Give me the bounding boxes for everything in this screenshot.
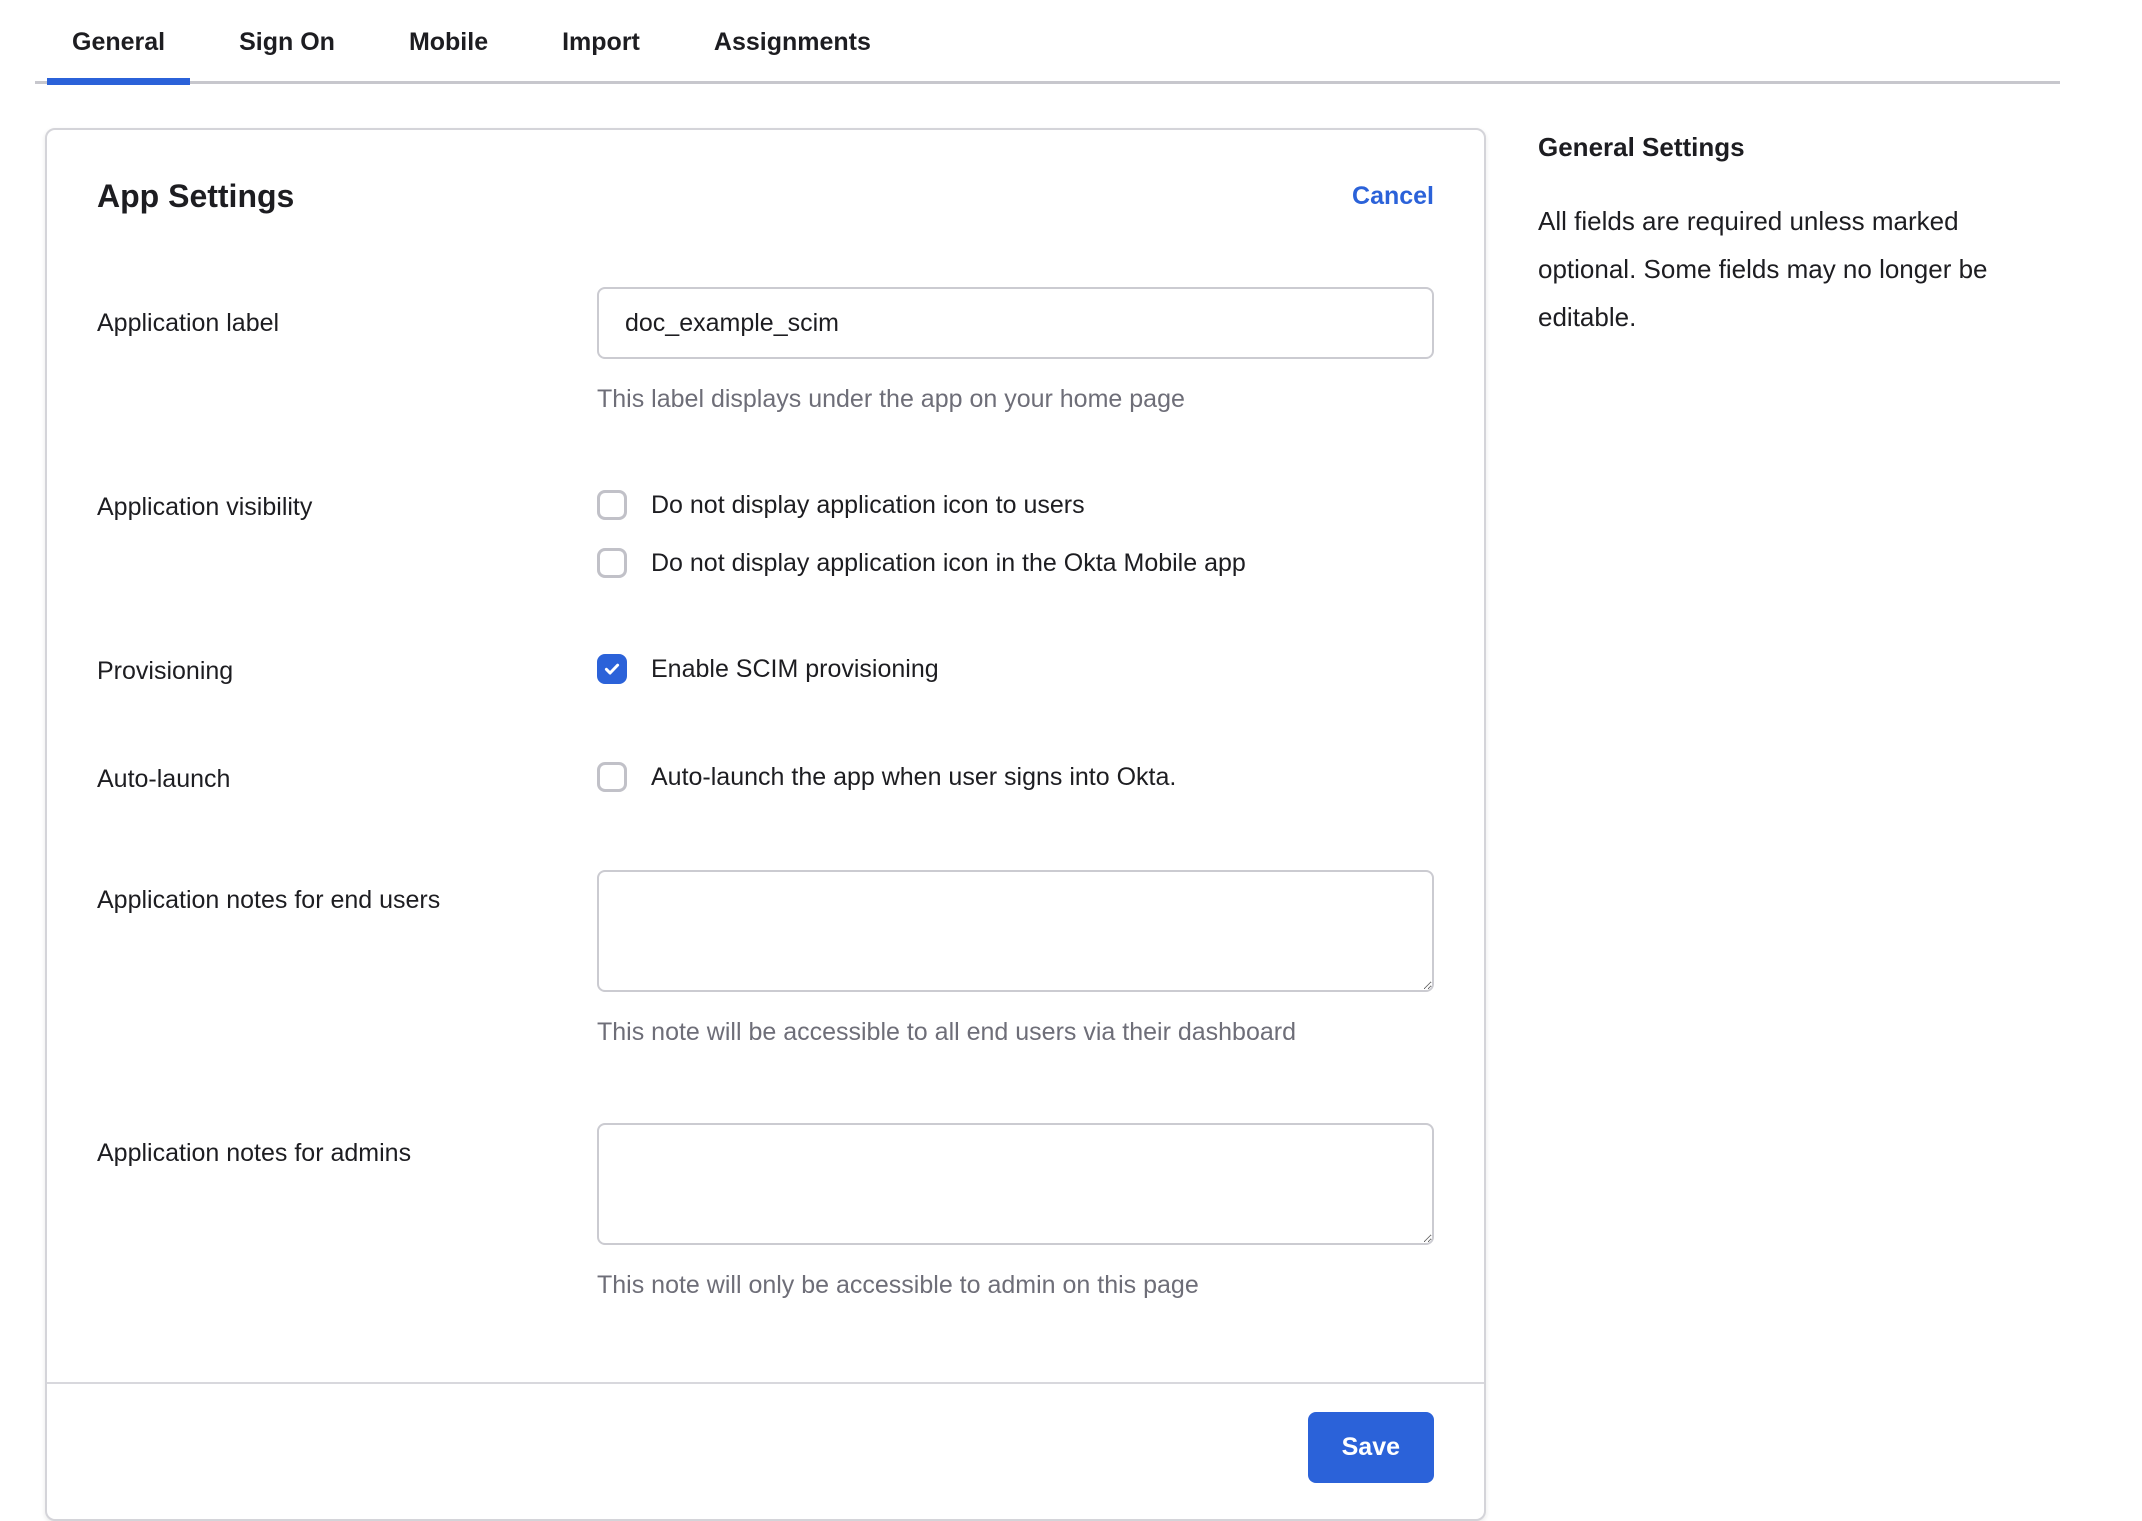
save-button[interactable]: Save (1308, 1412, 1434, 1483)
notes-admins-label: Application notes for admins (97, 1123, 597, 1300)
visibility-mobile-option-label: Do not display application icon in the O… (651, 549, 1246, 578)
card-header: App Settings Cancel (97, 178, 1434, 215)
form-row-notes-end-users: Application notes for end users This not… (97, 870, 1434, 1047)
notes-end-users-label: Application notes for end users (97, 870, 597, 1047)
page-content: App Settings Cancel Application label Th… (45, 128, 2142, 1521)
tab-assignments[interactable]: Assignments (689, 28, 896, 81)
form-row-auto-launch: Auto-launch Auto-launch the app when use… (97, 762, 1434, 794)
checkbox-unchecked-icon[interactable] (597, 548, 627, 578)
help-sidebar-title: General Settings (1538, 132, 2058, 163)
enable-scim-option[interactable]: Enable SCIM provisioning (597, 654, 1434, 684)
visibility-users-option[interactable]: Do not display application icon to users (597, 490, 1434, 520)
help-sidebar-body: All fields are required unless marked op… (1538, 197, 2043, 341)
tab-general[interactable]: General (47, 28, 190, 81)
checkbox-unchecked-icon[interactable] (597, 762, 627, 792)
application-visibility-label: Application visibility (97, 490, 597, 578)
tab-mobile[interactable]: Mobile (384, 28, 513, 81)
checkbox-checked-icon[interactable] (597, 654, 627, 684)
notes-admins-help: This note will only be accessible to adm… (597, 1271, 1434, 1300)
visibility-mobile-option[interactable]: Do not display application icon in the O… (597, 548, 1434, 578)
cancel-link[interactable]: Cancel (1352, 182, 1434, 211)
application-label-help: This label displays under the app on you… (597, 385, 1434, 414)
app-settings-card: App Settings Cancel Application label Th… (45, 128, 1486, 1521)
auto-launch-option[interactable]: Auto-launch the app when user signs into… (597, 762, 1434, 792)
notes-end-users-help: This note will be accessible to all end … (597, 1018, 1434, 1047)
application-label-input[interactable] (597, 287, 1434, 359)
tab-sign-on[interactable]: Sign On (214, 28, 360, 81)
provisioning-label: Provisioning (97, 654, 597, 686)
form-row-application-label: Application label This label displays un… (97, 287, 1434, 414)
form-row-notes-admins: Application notes for admins This note w… (97, 1123, 1434, 1300)
card-title: App Settings (97, 178, 294, 215)
tab-bar: General Sign On Mobile Import Assignment… (35, 0, 2060, 84)
notes-end-users-textarea[interactable] (597, 870, 1434, 992)
auto-launch-label: Auto-launch (97, 762, 597, 794)
enable-scim-option-label: Enable SCIM provisioning (651, 655, 939, 684)
tab-import[interactable]: Import (537, 28, 665, 81)
application-label-label: Application label (97, 287, 597, 414)
card-footer: Save (47, 1382, 1484, 1519)
form-row-provisioning: Provisioning Enable SCIM provisioning (97, 654, 1434, 686)
help-sidebar: General Settings All fields are required… (1538, 128, 2058, 341)
form-row-application-visibility: Application visibility Do not display ap… (97, 490, 1434, 578)
checkbox-unchecked-icon[interactable] (597, 490, 627, 520)
visibility-users-option-label: Do not display application icon to users (651, 491, 1085, 520)
auto-launch-option-label: Auto-launch the app when user signs into… (651, 763, 1176, 792)
notes-admins-textarea[interactable] (597, 1123, 1434, 1245)
